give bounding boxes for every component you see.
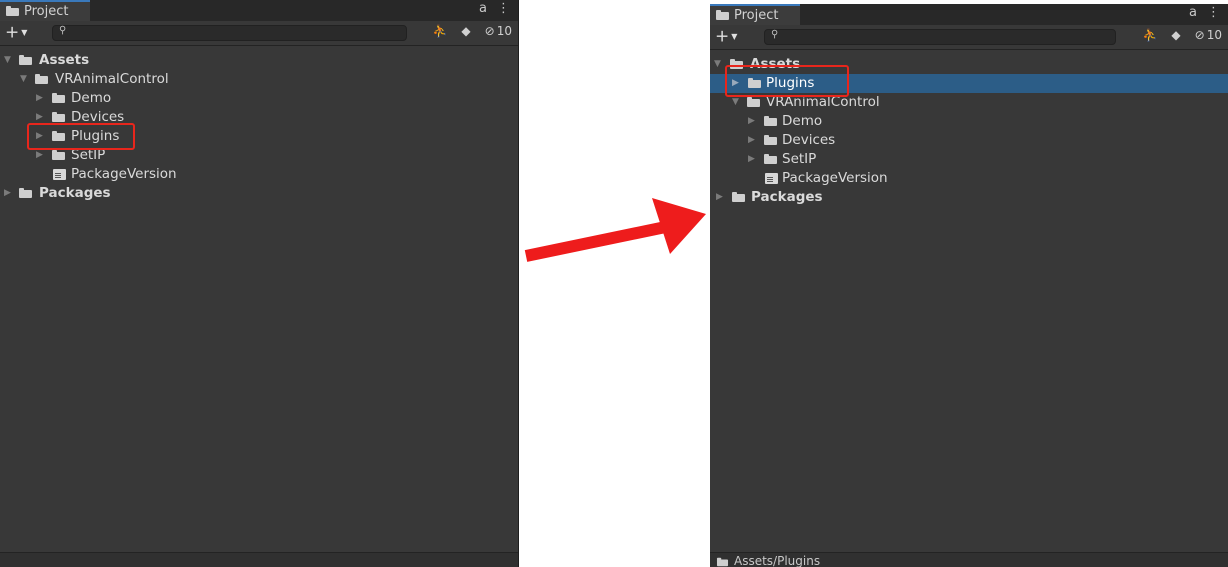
tree-item-vranimalcontrol[interactable]: ▼ VRAnimalControl <box>0 70 518 89</box>
filter-by-label-icon[interactable]: ◆ <box>1171 28 1180 42</box>
search-icon: ⚲ <box>771 29 779 40</box>
hidden-packages-icon[interactable]: ⊘ <box>485 24 495 38</box>
chevron-down-icon: ▼ <box>21 28 28 37</box>
status-bar <box>0 552 518 567</box>
lock-icon[interactable]: a <box>1189 5 1197 20</box>
chevron-down-icon: ▼ <box>731 32 738 41</box>
search-input[interactable]: ⚲ <box>52 25 407 41</box>
filter-by-type-icon[interactable]: ⛹ <box>432 24 447 38</box>
expand-arrow-icon[interactable]: ▼ <box>732 97 739 107</box>
collapsed-arrow-icon[interactable]: ▶ <box>36 150 43 160</box>
tab-label: Project <box>734 8 779 23</box>
lock-icon[interactable]: a <box>479 1 487 16</box>
tree-item-setip[interactable]: ▶ SetIP <box>710 150 1228 169</box>
collapsed-arrow-icon[interactable]: ▶ <box>36 112 43 122</box>
text-file-icon <box>53 169 66 180</box>
create-button[interactable]: + ▼ <box>715 27 737 47</box>
tree-item-demo[interactable]: ▶ Demo <box>710 112 1228 131</box>
folder-icon <box>52 93 65 104</box>
folder-icon <box>19 188 32 199</box>
text-file-icon <box>765 173 778 184</box>
collapsed-arrow-icon[interactable]: ▶ <box>748 154 755 164</box>
hidden-count: 10 <box>496 24 512 38</box>
folder-icon <box>732 192 745 203</box>
collapsed-arrow-icon[interactable]: ▶ <box>36 93 43 103</box>
status-bar: Assets/Plugins <box>710 552 1228 567</box>
tree-item-packages[interactable]: ▶ Packages <box>710 188 1228 207</box>
red-arrow-icon <box>524 198 706 262</box>
collapsed-arrow-icon[interactable]: ▶ <box>748 116 755 126</box>
expand-arrow-icon[interactable]: ▼ <box>4 55 11 65</box>
open-folder-icon <box>19 55 32 66</box>
collapsed-arrow-icon[interactable]: ▶ <box>716 192 723 202</box>
tab-bar: Project a ⋮ <box>710 4 1228 25</box>
search-input[interactable]: ⚲ <box>764 29 1116 45</box>
highlight-box-plugins <box>27 123 135 150</box>
tab-label: Project <box>24 4 69 19</box>
expand-arrow-icon[interactable]: ▼ <box>714 59 721 69</box>
folder-icon <box>764 116 777 127</box>
tree-item-devices[interactable]: ▶ Devices <box>710 131 1228 150</box>
create-button[interactable]: + ▼ <box>5 23 27 43</box>
asset-tree: ▼ Assets ▶ Plugins ▼ VRAnimalControl ▶ D… <box>710 50 1228 567</box>
expand-arrow-icon[interactable]: ▼ <box>20 74 27 84</box>
project-window-after: Project a ⋮ + ▼ ⚲ ⛹ ◆ ⊘ 10 ▼ Assets ▶ Plugins… <box>710 4 1228 567</box>
folder-icon <box>6 6 19 16</box>
toolbar: + ▼ ⚲ ⛹ ◆ ⊘ 10 <box>0 21 518 46</box>
selected-asset-path: Assets/Plugins <box>734 554 821 567</box>
folder-icon <box>764 135 777 146</box>
tree-item-packageversion[interactable]: PackageVersion <box>0 165 518 184</box>
folder-icon <box>52 112 65 123</box>
open-folder-icon <box>35 74 48 85</box>
folder-icon <box>716 557 729 567</box>
folder-icon <box>52 150 65 161</box>
tree-item-demo[interactable]: ▶ Demo <box>0 89 518 108</box>
folder-icon <box>764 154 777 165</box>
filter-by-label-icon[interactable]: ◆ <box>461 24 470 38</box>
toolbar: + ▼ ⚲ ⛹ ◆ ⊘ 10 <box>710 25 1228 50</box>
tab-bar: Project a ⋮ <box>0 0 518 21</box>
folder-icon <box>716 10 729 20</box>
project-window-before: Project a ⋮ + ▼ ⚲ ⛹ ◆ ⊘ 10 ▼ Assets ▼ VRAnima… <box>0 0 519 567</box>
tab-project[interactable]: Project <box>710 4 800 25</box>
search-icon: ⚲ <box>59 25 67 36</box>
open-folder-icon <box>747 97 760 108</box>
kebab-menu-icon[interactable]: ⋮ <box>1207 5 1220 20</box>
hidden-count: 10 <box>1206 28 1222 42</box>
tree-item-packages[interactable]: ▶ Packages <box>0 184 518 203</box>
collapsed-arrow-icon[interactable]: ▶ <box>4 188 11 198</box>
tab-project[interactable]: Project <box>0 0 90 21</box>
kebab-menu-icon[interactable]: ⋮ <box>497 1 510 16</box>
tree-item-packageversion[interactable]: PackageVersion <box>710 169 1228 188</box>
hidden-packages-icon[interactable]: ⊘ <box>1195 28 1205 42</box>
collapsed-arrow-icon[interactable]: ▶ <box>748 135 755 145</box>
filter-by-type-icon[interactable]: ⛹ <box>1142 28 1157 42</box>
tree-item-assets[interactable]: ▼ Assets <box>0 51 518 70</box>
highlight-box-plugins <box>725 65 849 97</box>
